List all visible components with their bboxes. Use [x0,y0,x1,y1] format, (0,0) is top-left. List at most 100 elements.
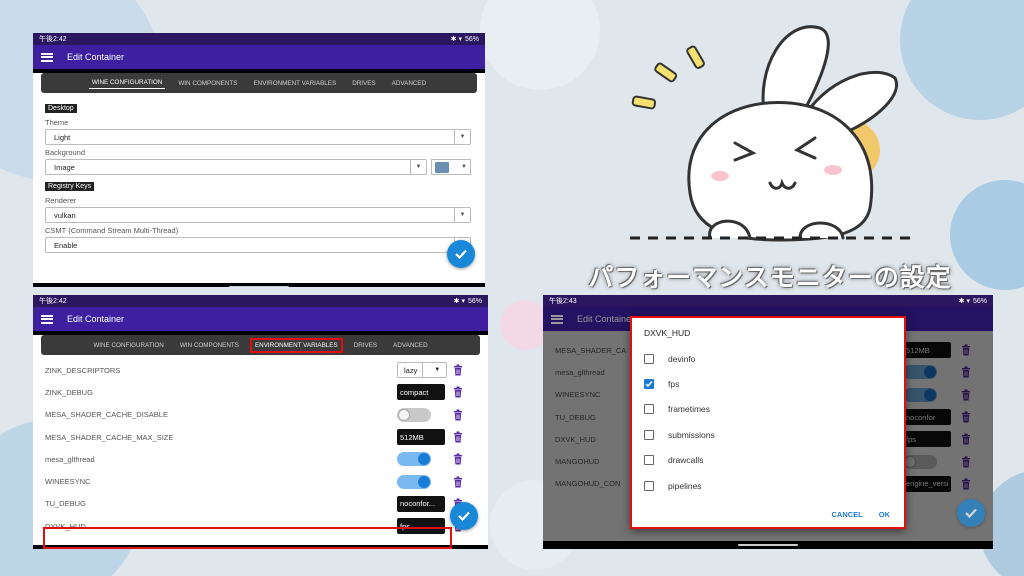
option-label: pipelines [668,480,702,491]
signal-icon: ✱ ▾ [453,298,465,305]
status-bar: 午後2:42 ✱ ▾ 56% [33,33,485,45]
option-label: frametimes [668,404,711,415]
trash-icon[interactable] [453,364,463,376]
csmt-label: CSMT (Command Stream Multi-Thread) [45,226,179,235]
chevron-down-icon: ▼ [454,130,470,144]
tab-win-components[interactable]: WIN COMPONENTS [177,340,242,351]
chevron-down-icon: ▼ [410,160,426,174]
battery-level: 56% [464,35,479,43]
theme-select[interactable]: Light ▼ [45,129,471,145]
checkbox[interactable] [644,379,654,390]
check-icon [455,249,467,260]
dialog-option[interactable]: fps [632,371,904,396]
menu-icon[interactable] [41,52,53,62]
tab-environment-variables[interactable]: ENVIRONMENT VARIABLES [250,78,339,89]
tab-win-components[interactable]: WIN COMPONENTS [175,78,240,89]
env-var-toggle[interactable] [397,407,431,422]
option-label: drawcalls [668,455,704,466]
tab-drives[interactable]: DRIVES [349,78,378,89]
app-title: Edit Container [67,52,125,62]
tab-advanced[interactable]: ADVANCED [390,340,431,351]
renderer-label: Renderer [45,196,77,205]
trash-icon[interactable] [453,453,463,465]
confirm-button[interactable] [447,240,475,268]
tab-bar: WINE CONFIGURATION WIN COMPONENTS ENVIRO… [41,73,477,93]
ok-button[interactable]: OK [879,510,890,519]
option-label: submissions [668,429,715,440]
image-icon [435,161,449,173]
env-var-select[interactable]: lazy ▼ [397,362,447,379]
tab-advanced[interactable]: ADVANCED [389,78,430,89]
battery-level: 56% [467,297,482,305]
option-label: fps [668,379,680,390]
check-icon [965,508,977,519]
checkbox[interactable] [644,429,654,440]
app-title: Edit Container [577,314,635,324]
env-var-input[interactable]: compact [397,384,445,401]
signal-icon: ✱ ▾ [958,298,970,305]
checkbox[interactable] [644,455,654,466]
background-select[interactable]: Image ▼ [45,159,427,175]
trash-icon[interactable] [453,476,463,488]
menu-icon[interactable] [41,314,53,324]
theme-label: Theme [45,118,69,127]
csmt-select[interactable]: Enable▼ [45,237,471,253]
dialog-option[interactable]: devinfo [632,346,904,371]
option-label: devinfo [668,353,696,364]
cancel-button[interactable]: CANCEL [832,510,863,519]
trash-icon[interactable] [453,386,463,398]
env-var-input[interactable]: noconfor... [397,495,445,512]
screenshot-wine-configuration: 午後2:42 ✱ ▾ 56% Edit Container WINE CONFIG… [33,33,485,287]
env-var-row: MESA_SHADER_CACHE_DISABLE [33,404,488,426]
dialog-title: DXVK_HUD [644,328,691,338]
check-icon [458,511,470,522]
env-var-value: noconfor... [400,499,436,509]
status-time: 午後2:42 [39,36,67,43]
env-var-value: compact [400,387,429,397]
app-bar: Edit Container [33,307,488,331]
theme-value: Light [54,132,71,142]
menu-icon[interactable] [551,314,563,324]
dialog-option[interactable]: drawcalls [632,448,904,473]
env-var-input[interactable]: 512MB [397,429,445,446]
chevron-down-icon: ▼ [454,208,470,222]
main-content: WINE CONFIGURATION WIN COMPONENTS ENVIRO… [33,335,488,549]
env-var-row: mesa_glthread [33,448,488,470]
status-time: 午後2:42 [39,298,67,305]
csmt-value: Enable [54,240,78,250]
env-var-toggle[interactable] [397,452,431,467]
tab-wine-configuration[interactable]: WINE CONFIGURATION [90,340,167,351]
confirm-button [957,499,985,527]
section-registry-keys: Registry Keys [45,182,95,191]
renderer-value: vulkan [54,210,76,220]
trash-icon[interactable] [453,409,463,421]
tab-environment-variables[interactable]: ENVIRONMENT VARIABLES [249,337,343,353]
status-bar: 午後2:43 ✱ ▾ 56% [543,295,993,307]
wallpaper-picker[interactable]: ▼ [431,159,471,175]
dialog-option[interactable]: pipelines [632,473,904,498]
tab-drives[interactable]: DRIVES [351,340,380,351]
status-time: 午後2:43 [549,298,577,305]
env-var-value: lazy [404,365,418,375]
rabbit-illustration [630,25,915,242]
chevron-down-icon: ▼ [421,363,447,378]
status-bar: 午後2:42 ✱ ▾ 56% [33,295,488,307]
tab-wine-configuration[interactable]: WINE CONFIGURATION [88,77,166,89]
checkbox[interactable] [644,480,654,491]
checkbox[interactable] [644,353,654,364]
checkbox[interactable] [644,404,654,415]
trash-icon[interactable] [453,431,463,443]
dialog-option[interactable]: submissions [632,422,904,447]
confirm-button[interactable] [450,502,478,530]
env-var-row: MESA_SHADER_CACHE_MAX_SIZE 512MB [33,426,488,448]
env-var-list: ZINK_DESCRIPTORS lazy ▼ ZINK_DEBUG compact ME… [33,359,488,537]
main-content: MESA_SHADER_CA512MBmesa_glthreadWINEESYN… [543,316,993,541]
background-value: Image [54,162,75,172]
env-var-toggle[interactable] [397,474,431,489]
renderer-select[interactable]: vulkan ▼ [45,207,471,223]
dialog-option[interactable]: frametimes [632,397,904,422]
env-var-value: 512MB [400,432,424,442]
app-bar: Edit Container [33,45,485,69]
tab-bar: WINE CONFIGURATION WIN COMPONENTS ENVIRO… [41,335,480,355]
battery-level: 56% [972,297,987,305]
